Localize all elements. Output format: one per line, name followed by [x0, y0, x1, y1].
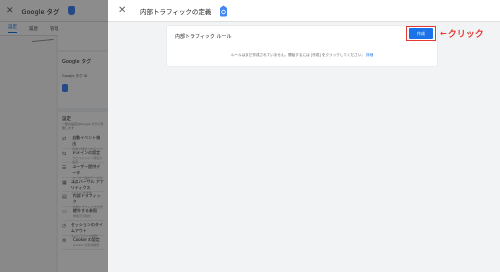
click-label: クリック — [447, 30, 484, 40]
empty-message-text: ルールはまだ作成されていません。開始するには [作成] をクリックしてください。 — [230, 53, 365, 57]
internal-traffic-dialog: ✕ 内部トラフィックの定義 内部トラフィック ルール ルールはまだ作成されていま… — [108, 0, 500, 272]
dim-overlay[interactable] — [0, 0, 108, 272]
create-button[interactable]: 作成 — [409, 28, 433, 39]
click-callout: ← クリック — [440, 27, 484, 40]
google-tag-icon — [220, 5, 228, 16]
close-icon[interactable]: ✕ — [118, 5, 134, 16]
learn-more-link[interactable]: 詳細 — [366, 53, 373, 57]
dialog-title: 内部トラフィックの定義 — [140, 7, 212, 16]
rules-title: 内部トラフィック ルール — [175, 34, 232, 40]
empty-message: ルールはまだ作成されていません。開始するには [作成] をクリックしてください。… — [167, 53, 437, 58]
rules-card: 内部トラフィック ルール ルールはまだ作成されていません。開始するには [作成]… — [167, 26, 437, 66]
dialog-header: ✕ 内部トラフィックの定義 — [108, 0, 500, 22]
arrow-left-icon: ← — [440, 29, 447, 38]
